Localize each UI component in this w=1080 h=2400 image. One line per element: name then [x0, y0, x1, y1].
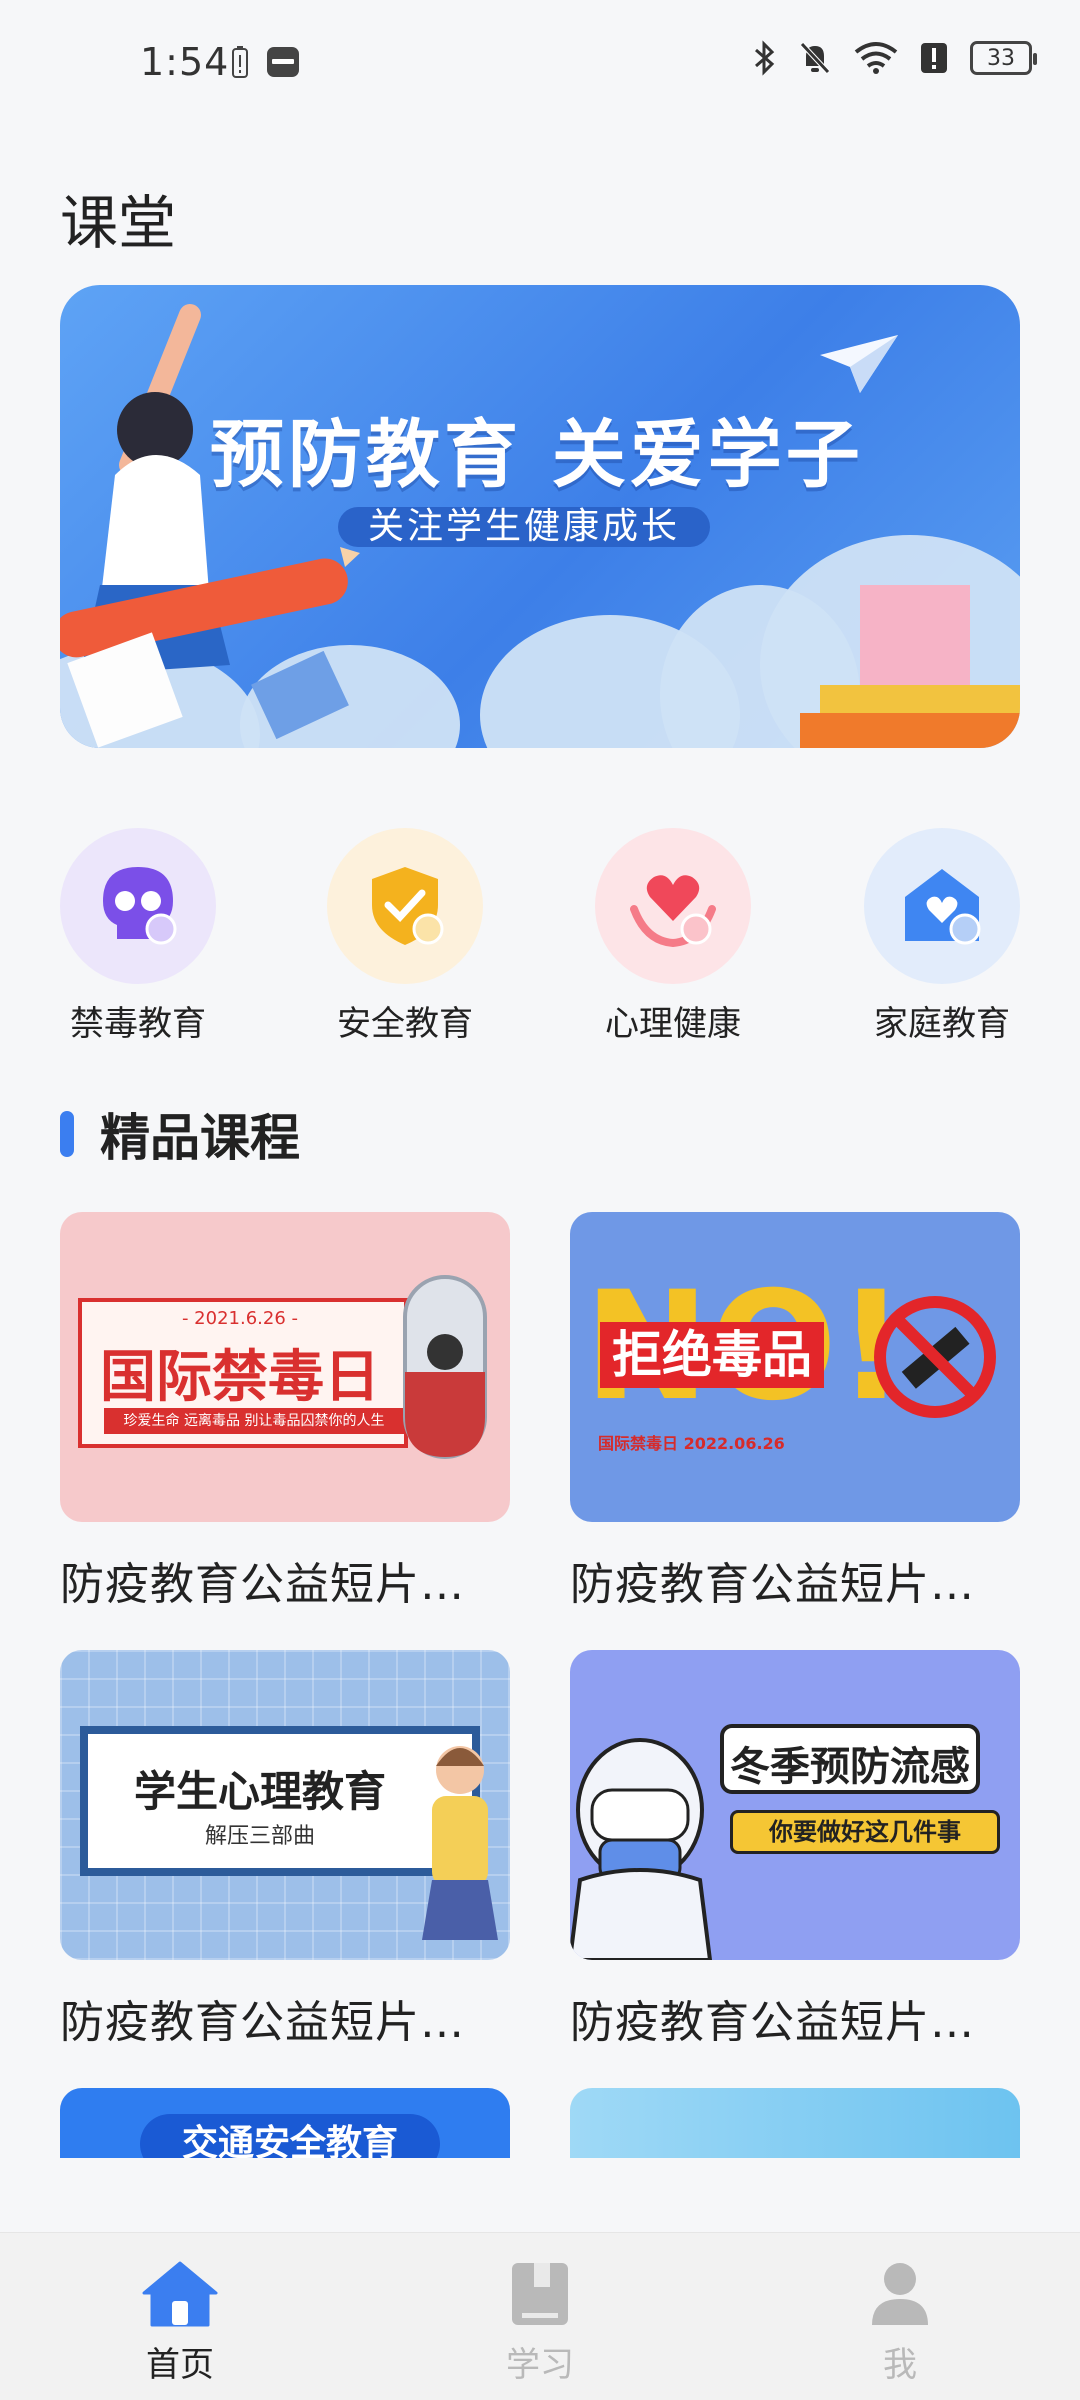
category-label: 心理健康 [605, 1004, 741, 1044]
thumb-subtitle: 珍爱生命 远离毒品 别让毒品囚禁你的人生 [104, 1408, 404, 1434]
course-thumbnail: 交通安全教育 [60, 2088, 510, 2158]
banner-subtitle: 关注学生健康成长 [338, 507, 711, 547]
course-thumbnail: 冬季预防流感 你要做好这几件事 [570, 1650, 1020, 1960]
category-drug-education[interactable]: 禁毒教育 [48, 828, 228, 1045]
section-header: 精品课程 [60, 1098, 300, 1170]
course-thumbnail: - 2021.6.26 - 国际禁毒日 珍爱生命 远离毒品 别让毒品囚禁你的人生 [60, 1212, 510, 1522]
course-card[interactable]: 冬季预防流感 你要做好这几件事 防疫教育公益短片… [570, 1650, 1020, 2050]
course-card[interactable]: 交通安全教育 [60, 2088, 510, 2158]
course-grid: - 2021.6.26 - 国际禁毒日 珍爱生命 远离毒品 别让毒品囚禁你的人生… [60, 1212, 1020, 2158]
thumb-title: 国际禁毒日 [100, 1345, 380, 1410]
home-heart-icon [905, 869, 981, 945]
course-title: 防疫教育公益短片… [60, 1559, 465, 1610]
book-icon [512, 2263, 568, 2325]
section-accent-bar [60, 1111, 74, 1157]
masked-medic-illustration [570, 1738, 713, 1960]
course-card[interactable]: 学生心理教育 解压三部曲 防疫教育公益短片… [60, 1650, 510, 2050]
capsule-illustration [403, 1275, 487, 1459]
paper-plane-icon [820, 335, 898, 393]
status-time: 1:54 [140, 40, 230, 84]
bluetooth-icon [755, 40, 775, 76]
thumb-subtitle: 你要做好这几件事 [730, 1810, 1000, 1854]
alert-icon [921, 43, 947, 73]
course-card[interactable]: - 2021.6.26 - 国际禁毒日 珍爱生命 远离毒品 别让毒品囚禁你的人生… [60, 1212, 510, 1612]
no-syringe-icon [874, 1296, 996, 1418]
nav-study[interactable]: 学习 [440, 2261, 640, 2386]
bottom-nav: 首页 学习 我 [0, 2232, 1080, 2400]
banner-headline: 预防教育 关爱学子 [210, 412, 864, 498]
promo-banner[interactable]: 预防教育 关爱学子 关注学生健康成长 [60, 285, 1020, 748]
thumb-title: 冬季预防流感 [730, 1744, 970, 1790]
nav-label: 我 [883, 2345, 917, 2385]
nav-label: 学习 [506, 2345, 574, 2385]
page-title: 课堂 [60, 189, 177, 257]
category-mental-health[interactable]: 心理健康 [583, 828, 763, 1045]
category-label: 家庭教育 [874, 1004, 1010, 1044]
heart-hands-icon [630, 875, 716, 948]
huawei-app-icon [267, 47, 299, 77]
thumb-title: 学生心理教育 [133, 1767, 386, 1816]
thumb-title: 拒绝毒品 [600, 1322, 824, 1388]
course-title: 防疫教育公益短片… [60, 1997, 465, 2048]
shield-check-icon [372, 867, 444, 945]
course-title: 防疫教育公益短片… [570, 1559, 975, 1610]
nav-me[interactable]: 我 [800, 2261, 1000, 2386]
course-thumbnail [570, 2088, 1020, 2158]
category-label: 安全教育 [337, 1004, 473, 1044]
battery-alert-icon [232, 46, 248, 78]
course-thumbnail: NO! 拒绝毒品 国际禁毒日 2022.06.26 [570, 1212, 1020, 1522]
category-family-education[interactable]: 家庭教育 [852, 828, 1032, 1045]
bell-off-icon [800, 42, 830, 74]
nav-label: 首页 [146, 2345, 214, 2385]
wifi-icon [854, 42, 898, 74]
category-safety-education[interactable]: 安全教育 [315, 828, 495, 1045]
girl-illustration [422, 1746, 498, 1940]
course-title: 防疫教育公益短片… [570, 1997, 975, 2048]
books-illustration [800, 585, 1020, 748]
category-row: 禁毒教育 安全教育 心理健康 家庭教育 [60, 828, 1020, 1044]
course-card[interactable]: NO! 拒绝毒品 国际禁毒日 2022.06.26 防疫教育公益短片… [570, 1212, 1020, 1612]
skull-icon [103, 867, 177, 945]
person-icon [872, 2263, 928, 2325]
thumb-title: 交通安全教育 [140, 2114, 440, 2158]
section-title: 精品课程 [100, 1109, 300, 1167]
category-label: 禁毒教育 [70, 1004, 206, 1044]
nav-home[interactable]: 首页 [80, 2261, 280, 2386]
home-icon [142, 2261, 218, 2327]
thumb-date: - 2021.6.26 - [181, 1308, 299, 1329]
battery-level: 33 [987, 45, 1015, 71]
status-bar: 1:54 33 [0, 0, 1080, 130]
thumb-subtitle: 国际禁毒日 2022.06.26 [598, 1434, 785, 1453]
thumb-subtitle: 解压三部曲 [204, 1824, 315, 1849]
course-card[interactable] [570, 2088, 1020, 2158]
battery-indicator: 33 [970, 41, 1037, 75]
course-thumbnail: 学生心理教育 解压三部曲 [60, 1650, 510, 1960]
